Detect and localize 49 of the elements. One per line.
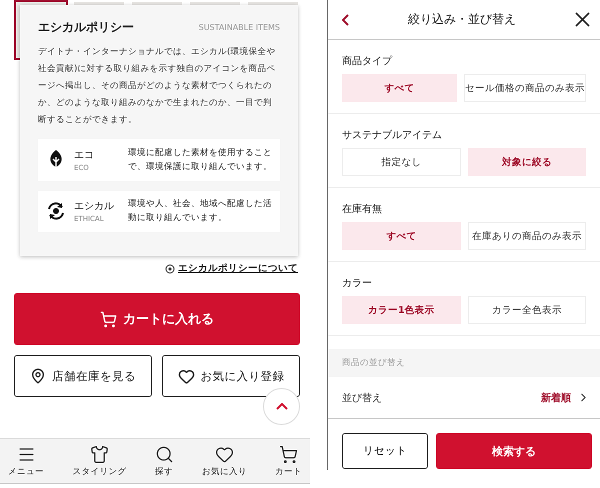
shirt-icon bbox=[90, 444, 109, 464]
search-button[interactable]: 検索する bbox=[436, 433, 592, 469]
popover-description: デイトナ・インターナショナルでは、エシカル(環境保全や社会貢献)に対する取り組みを示す独自のアイコンを商品ページへ掲出し、その商品がどのような素材でつくられたのか、どのような取り組みのなかで生まれたのか、一目で判断することができます。 bbox=[38, 46, 276, 127]
filter-option[interactable]: カラー全色表示 bbox=[468, 296, 586, 324]
pin-icon bbox=[30, 368, 46, 384]
popover-subtitle: SUSTAINABLE ITEMS bbox=[198, 23, 280, 32]
nav-item[interactable]: カート bbox=[273, 439, 304, 483]
policy-text: 環境や人、社会、地域へ配慮した活動に取り組んでいます。 bbox=[128, 198, 272, 226]
nav-item[interactable]: メニュー bbox=[6, 439, 46, 483]
back-button[interactable] bbox=[342, 14, 349, 26]
filter-option[interactable]: 指定なし bbox=[342, 148, 460, 176]
chevron-left-icon bbox=[342, 14, 349, 26]
popover-title: エシカルポリシー bbox=[38, 19, 134, 36]
nav-item[interactable]: お気に入り bbox=[200, 439, 249, 483]
policy-text: 環境に配慮した素材を使用することで、環境保護に取り組んでいます。 bbox=[128, 146, 272, 174]
filter-label: 在庫有無 bbox=[342, 202, 383, 216]
filter-option[interactable]: すべて bbox=[342, 74, 457, 102]
filter-option[interactable]: すべて bbox=[342, 222, 460, 250]
recycle-icon bbox=[46, 201, 66, 222]
filter-label: カラー bbox=[342, 277, 373, 290]
policy-name: エコ bbox=[74, 148, 95, 162]
policy-link[interactable]: エシカルポリシーについて bbox=[178, 262, 298, 275]
filter-option[interactable]: 対象に絞る bbox=[468, 148, 586, 176]
filter-option[interactable]: 在庫ありの商品のみ表示 bbox=[468, 222, 586, 250]
favorite-button[interactable]: お気に入り登録 bbox=[162, 355, 300, 397]
section-title: 商品の並び替え bbox=[342, 357, 405, 369]
close-icon bbox=[575, 12, 590, 27]
nav-item[interactable]: スタイリング bbox=[70, 439, 128, 483]
close-button[interactable] bbox=[575, 12, 590, 27]
reset-button[interactable]: リセット bbox=[342, 433, 428, 469]
sort-label: 並び替え bbox=[342, 392, 382, 404]
store-stock-button[interactable]: 店舗在庫を見る bbox=[14, 355, 152, 397]
filter-option[interactable]: セール価格の商品のみ表示 bbox=[464, 74, 586, 102]
filter-label: サステナブルアイテム bbox=[342, 128, 443, 142]
sort-value: 新着順 bbox=[541, 390, 590, 404]
policy-name: エシカル bbox=[74, 200, 115, 214]
filter-option[interactable]: カラー1色表示 bbox=[342, 296, 460, 324]
add-to-cart-button[interactable]: カートに入れる bbox=[14, 293, 300, 345]
filter-label: 商品タイプ bbox=[342, 54, 394, 68]
cart-icon bbox=[279, 444, 298, 464]
search-icon bbox=[154, 444, 174, 464]
nav-item[interactable]: 探す bbox=[152, 439, 176, 483]
badge-icon bbox=[165, 264, 175, 274]
chevron-up-icon bbox=[276, 403, 288, 410]
heart-icon bbox=[178, 368, 194, 384]
cart-icon bbox=[100, 310, 117, 328]
panel-title: 絞り込み・並び替え bbox=[408, 11, 516, 28]
scroll-top-button[interactable] bbox=[263, 388, 300, 425]
heart-icon bbox=[214, 444, 234, 464]
